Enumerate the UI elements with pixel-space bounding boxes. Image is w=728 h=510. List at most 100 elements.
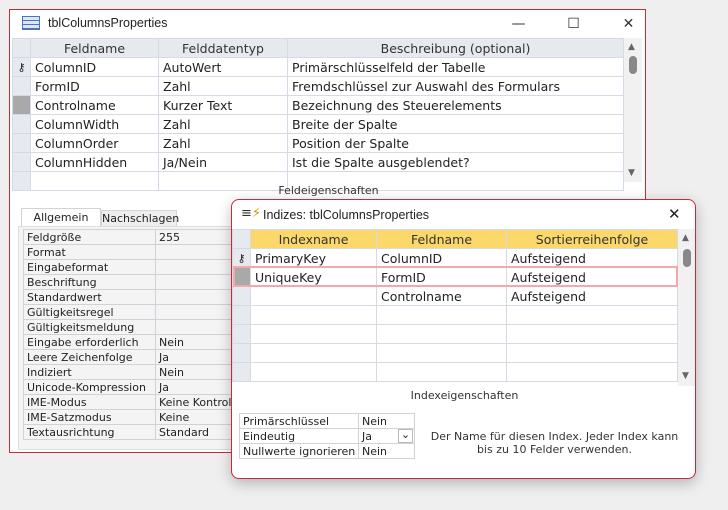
cell[interactable]: AutoWert	[158, 57, 288, 77]
cell[interactable]: Ist die Spalte ausgeblendet?	[287, 152, 624, 172]
dropdown-arrow-icon[interactable]: ⌄	[398, 429, 413, 443]
cell[interactable]: ColumnID	[376, 248, 507, 268]
property-value[interactable]: Ja ⌄	[358, 428, 415, 444]
property-row: Standardwert	[23, 289, 248, 305]
table-row[interactable]	[232, 362, 678, 382]
table-row[interactable]: Controlname Kurzer Text Bezeichnung des St…	[12, 95, 624, 115]
vertical-scrollbar[interactable]: ▲ ▼	[624, 38, 642, 182]
col-header[interactable]: Sortierreihenfolge	[506, 229, 678, 249]
cell[interactable]: Zahl	[158, 133, 288, 153]
table-row[interactable]: ⚷ PrimaryKey ColumnID Aufsteigend	[232, 248, 678, 268]
row-selector[interactable]	[12, 152, 31, 172]
cell[interactable]	[250, 324, 377, 344]
property-value[interactable]: Nein	[358, 443, 415, 459]
indexes-dialog: ≡⚡ Indizes: tblColumnsProperties ✕ Index…	[231, 199, 696, 479]
cell[interactable]	[376, 305, 507, 325]
dialog-close-button[interactable]: ✕	[668, 205, 681, 223]
cell[interactable]: Ja/Nein	[158, 152, 288, 172]
row-selector[interactable]	[232, 286, 251, 306]
col-header[interactable]: Feldname	[376, 229, 507, 249]
cell[interactable]: Controlname	[376, 286, 507, 306]
cell[interactable]	[250, 343, 377, 363]
cell[interactable]	[250, 362, 377, 382]
property-label: Format	[23, 244, 156, 260]
row-selector[interactable]	[12, 76, 31, 96]
property-label: IME-Satzmodus	[23, 409, 156, 425]
property-label: Nullwerte ignorieren	[239, 443, 359, 459]
cell[interactable]: ColumnWidth	[30, 114, 159, 134]
property-value[interactable]: Nein	[358, 413, 415, 429]
table-row[interactable]: ColumnWidth Zahl Breite der Spalte	[12, 114, 624, 134]
table-row[interactable]	[232, 305, 678, 325]
row-selector[interactable]	[12, 114, 31, 134]
property-label: Textausrichtung	[23, 424, 156, 440]
close-button[interactable]: ✕	[601, 10, 656, 39]
cell[interactable]	[506, 324, 678, 344]
property-row: Indiziert Nein	[23, 364, 248, 380]
col-header[interactable]: Indexname	[250, 229, 377, 249]
table-row[interactable]	[232, 324, 678, 344]
cell[interactable]: PrimaryKey	[250, 248, 377, 268]
tab-nachschlagen[interactable]: Nachschlagen	[101, 210, 179, 227]
cell[interactable]	[506, 362, 678, 382]
tab-allgemein[interactable]: Allgemein	[21, 208, 101, 227]
row-selector[interactable]	[232, 324, 251, 344]
col-header[interactable]: Beschreibung (optional)	[287, 38, 624, 58]
property-row: Feldgröße 255	[23, 229, 248, 245]
row-selector[interactable]	[232, 305, 251, 325]
cell[interactable]	[250, 305, 377, 325]
scroll-down-icon[interactable]: ▼	[682, 371, 689, 381]
cell[interactable]: Kurzer Text	[158, 95, 288, 115]
help-text: Der Name für diesen Index. Jeder Index k…	[430, 430, 679, 456]
row-selector[interactable]	[232, 362, 251, 382]
row-selector[interactable]	[232, 343, 251, 363]
cell[interactable]	[506, 343, 678, 363]
minimize-button[interactable]: —	[491, 10, 546, 39]
cell[interactable]	[376, 324, 507, 344]
cell[interactable]	[506, 305, 678, 325]
property-label: Eindeutig	[239, 428, 359, 444]
maximize-button[interactable]: ☐	[546, 10, 601, 39]
row-selector[interactable]	[12, 133, 31, 153]
cell[interactable]: Bezeichnung des Steuerelements	[287, 95, 624, 115]
property-label: Gültigkeitsregel	[23, 304, 156, 320]
table-icon	[22, 16, 40, 30]
table-row[interactable]: ColumnOrder Zahl Position der Spalte	[12, 133, 624, 153]
table-row[interactable]: FormID Zahl Fremdschlüssel zur Auswahl des…	[12, 76, 624, 96]
cell[interactable]: Position der Spalte	[287, 133, 624, 153]
cell[interactable]	[376, 343, 507, 363]
property-row: Unicode-Kompression Ja	[23, 379, 248, 395]
table-row[interactable]: ColumnHidden Ja/Nein Ist die Spalte ausgeb…	[12, 152, 624, 172]
col-header[interactable]: Feldname	[30, 38, 159, 58]
cell[interactable]: ColumnHidden	[30, 152, 159, 172]
cell[interactable]: ColumnOrder	[30, 133, 159, 153]
cell[interactable]: FormID	[30, 76, 159, 96]
scroll-thumb[interactable]	[629, 56, 637, 74]
scroll-thumb[interactable]	[683, 249, 691, 267]
cell[interactable]: Zahl	[158, 114, 288, 134]
primary-key-icon[interactable]: ⚷	[12, 57, 31, 77]
table-row[interactable]	[232, 343, 678, 363]
property-label: Leere Zeichenfolge	[23, 349, 156, 365]
primary-key-icon[interactable]: ⚷	[232, 248, 251, 268]
scroll-up-icon[interactable]: ▲	[628, 42, 635, 52]
table-row[interactable]: Controlname Aufsteigend	[232, 286, 678, 306]
col-header[interactable]: Felddatentyp	[158, 38, 288, 58]
cell[interactable]	[376, 362, 507, 382]
field-properties: Feldgröße 255 Format Eingabeformat Beschrift…	[23, 229, 248, 440]
table-row[interactable]: ⚷ ColumnID AutoWert Primärschlüsselfeld der…	[12, 57, 624, 77]
cell[interactable]: ColumnID	[30, 57, 159, 77]
cell[interactable]	[250, 286, 377, 306]
cell[interactable]: Aufsteigend	[506, 248, 678, 268]
cell[interactable]: Aufsteigend	[506, 286, 678, 306]
cell[interactable]: Fremdschlüssel zur Auswahl des Formulars	[287, 76, 624, 96]
row-selector[interactable]	[12, 95, 31, 115]
scroll-up-icon[interactable]: ▲	[682, 233, 689, 243]
cell[interactable]: Controlname	[30, 95, 159, 115]
property-row: Eingabe erforderlich Nein	[23, 334, 248, 350]
cell[interactable]: Breite der Spalte	[287, 114, 624, 134]
index-scrollbar[interactable]: ▲ ▼	[678, 229, 695, 386]
scroll-down-icon[interactable]: ▼	[628, 168, 635, 178]
cell[interactable]: Zahl	[158, 76, 288, 96]
cell[interactable]: Primärschlüsselfeld der Tabelle	[287, 57, 624, 77]
